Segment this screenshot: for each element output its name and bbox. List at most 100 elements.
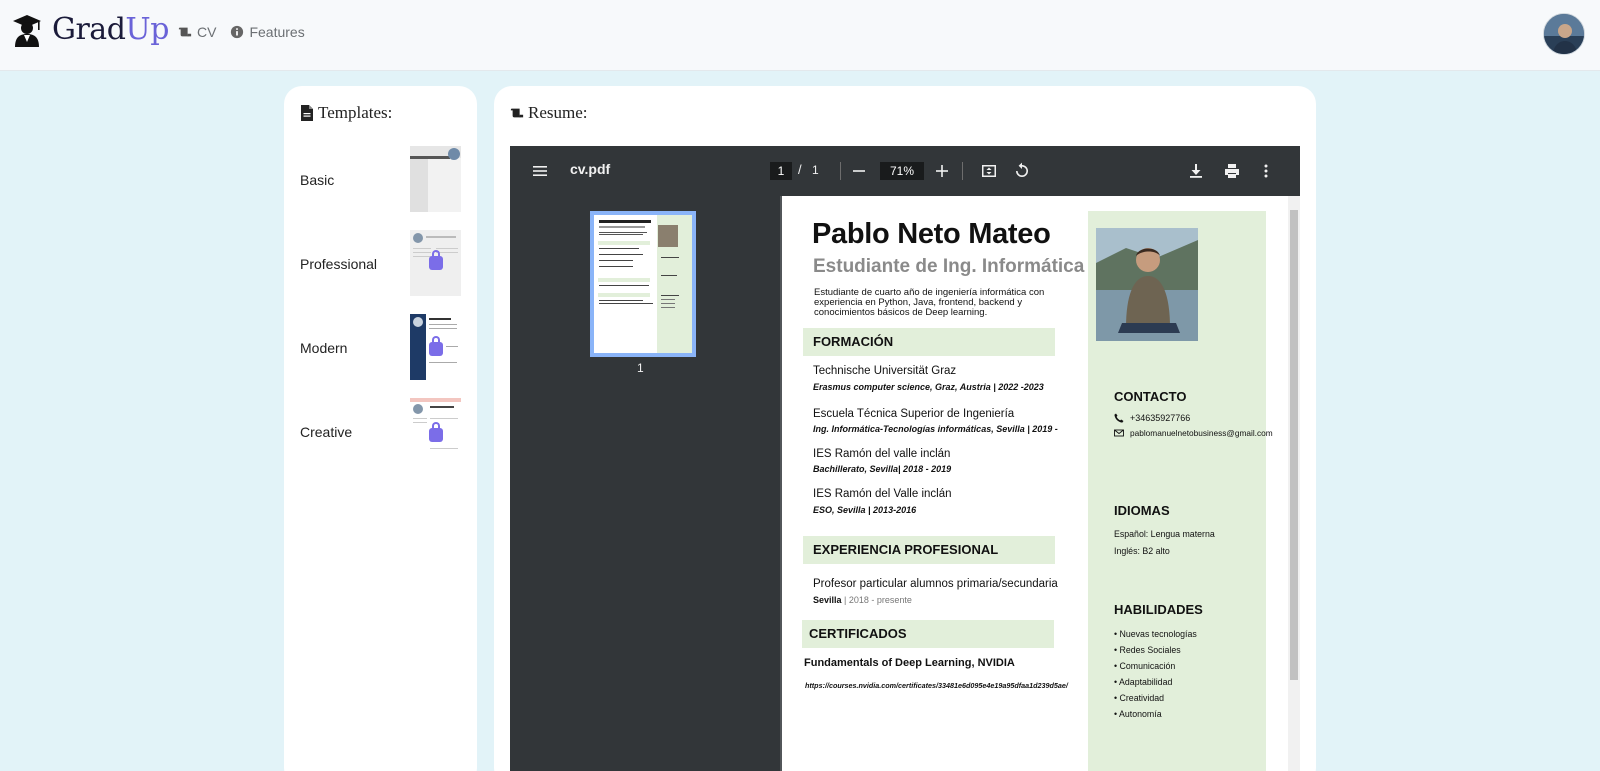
brand-name: GradUp (52, 12, 169, 47)
skill-item: • Autonomía (1114, 709, 1162, 719)
template-thumbnail-creative (410, 398, 461, 464)
resume-summary: Estudiante de cuarto año de ingeniería i… (814, 287, 1045, 318)
plus-icon (936, 165, 948, 177)
zoom-out-button[interactable] (847, 159, 871, 183)
zoom-input[interactable]: 71% (880, 162, 924, 180)
file-icon (301, 105, 313, 121)
pdf-page: Pablo Neto Mateo Estudiante de Ing. Info… (782, 196, 1288, 771)
certificate-title: Fundamentals of Deep Learning, NVIDIA (804, 657, 1015, 669)
pdf-page-area[interactable]: Pablo Neto Mateo Estudiante de Ing. Info… (780, 196, 1300, 771)
templates-title: Templates: (300, 103, 392, 123)
languages-heading: IDIOMAS (1114, 503, 1170, 518)
more-vertical-icon (1264, 164, 1268, 178)
education-detail: ESO, Sevilla | 2013-2016 (813, 505, 917, 515)
phone-icon (1114, 413, 1124, 423)
contact-email[interactable]: pablomanuelnetobusiness@gmail.com (1114, 428, 1273, 438)
nav-links: CV Features (178, 24, 305, 40)
user-photo (1544, 14, 1584, 54)
scroll-icon (510, 108, 524, 118)
template-label: Basic (300, 172, 335, 188)
section-certificados: CERTIFICADOS (802, 620, 1054, 648)
pdf-file-name: cv.pdf (570, 161, 611, 177)
template-modern[interactable]: Modern (300, 314, 465, 380)
skill-item: • Comunicación (1114, 661, 1176, 671)
skill-item: • Redes Sociales (1114, 645, 1181, 655)
graduate-icon (13, 14, 41, 47)
page-thumbnail[interactable] (590, 211, 696, 357)
language-item: Español: Lengua materna (1114, 529, 1215, 539)
rotate-button[interactable] (1010, 159, 1034, 183)
top-navbar: GradUp CV Features (0, 0, 1600, 71)
nav-link-cv[interactable]: CV (178, 24, 216, 40)
scroll-icon (178, 27, 192, 37)
template-thumbnail-modern (410, 314, 461, 380)
template-label: Creative (300, 424, 353, 440)
pdf-scrollbar-thumb[interactable] (1290, 210, 1298, 680)
contact-phone: +34635927766 (1114, 413, 1190, 423)
template-label: Professional (300, 256, 378, 272)
skill-item: • Adaptabilidad (1114, 677, 1173, 687)
download-icon (1190, 164, 1202, 178)
download-button[interactable] (1184, 159, 1208, 183)
pdf-toolbar: cv.pdf 1 / 1 71% (510, 146, 1300, 196)
education-title: Technische Universität Graz (813, 365, 957, 377)
template-thumbnail-basic (410, 146, 461, 212)
page-total: 1 (812, 163, 819, 177)
education-title: IES Ramón del Valle inclán (813, 488, 952, 500)
templates-panel: Templates: Basic Professional Modern Cre… (284, 86, 477, 771)
profile-photo (1096, 228, 1198, 341)
profile-photo-image (1096, 228, 1198, 341)
user-avatar[interactable] (1543, 13, 1585, 55)
template-thumbnail-professional (410, 230, 461, 296)
experience-title: Profesor particular alumnos primaria/sec… (813, 578, 1058, 590)
page-separator: / (798, 162, 802, 177)
template-basic[interactable]: Basic (300, 146, 465, 212)
certificate-url[interactable]: https://courses.nvidia.com/certificates/… (805, 682, 1085, 690)
resume-title: Resume: (510, 103, 588, 123)
more-options-button[interactable] (1254, 159, 1278, 183)
education-detail: Bachillerato, Sevilla| 2018 - 2019 (813, 464, 952, 474)
mail-icon (1114, 429, 1124, 437)
language-item: Inglés: B2 alto (1114, 546, 1170, 556)
minus-icon (853, 170, 865, 172)
lock-icon (429, 428, 443, 442)
print-icon (1225, 164, 1239, 178)
lock-icon (429, 342, 443, 356)
education-detail: Ing. Informática-Tecnologías informática… (813, 424, 1058, 434)
resume-name: Pablo Neto Mateo (812, 218, 1051, 250)
skills-heading: HABILIDADES (1114, 602, 1203, 617)
pdf-thumbnail-sidebar: 1 (510, 196, 780, 771)
contact-heading: CONTACTO (1114, 389, 1187, 404)
template-label: Modern (300, 340, 348, 356)
skill-item: • Nuevas tecnologías (1114, 629, 1197, 639)
pdf-scrollbar[interactable] (1288, 196, 1300, 771)
zoom-in-button[interactable] (930, 159, 954, 183)
nav-link-features[interactable]: Features (230, 24, 305, 40)
education-detail: Erasmus computer science, Graz, Austria … (813, 382, 1044, 392)
section-formacion: FORMACIÓN (803, 328, 1055, 356)
toolbar-divider (962, 162, 963, 180)
experience-detail: Sevilla | 2018 - presente (813, 595, 912, 605)
nav-link-label: Features (249, 24, 305, 40)
fit-to-page-icon (982, 165, 996, 177)
resume-subtitle: Estudiante de Ing. Informática (813, 256, 1085, 277)
print-button[interactable] (1220, 159, 1244, 183)
skill-item: • Creatividad (1114, 693, 1165, 703)
pdf-viewer: cv.pdf 1 / 1 71% 1 Pablo Neto Mateo Estu… (510, 146, 1300, 771)
resume-panel: Resume: cv.pdf 1 / 1 71% 1 Pablo Neto Ma… (494, 86, 1316, 771)
info-circle-icon (231, 25, 244, 39)
nav-link-label: CV (197, 24, 217, 40)
section-experiencia: EXPERIENCIA PROFESIONAL (803, 536, 1055, 564)
brand-logo[interactable]: GradUp (12, 12, 169, 47)
thumbnail-page-number: 1 (637, 361, 644, 375)
lock-icon (429, 256, 443, 270)
menu-button[interactable] (528, 159, 552, 183)
template-professional[interactable]: Professional (300, 230, 465, 296)
education-title: Escuela Técnica Superior de Ingeniería (813, 408, 1015, 420)
page-number-input[interactable]: 1 (770, 162, 792, 180)
menu-icon (533, 166, 547, 176)
fit-page-button[interactable] (977, 159, 1001, 183)
toolbar-divider (840, 162, 841, 180)
education-title: IES Ramón del valle inclán (813, 448, 951, 460)
template-creative[interactable]: Creative (300, 398, 465, 464)
